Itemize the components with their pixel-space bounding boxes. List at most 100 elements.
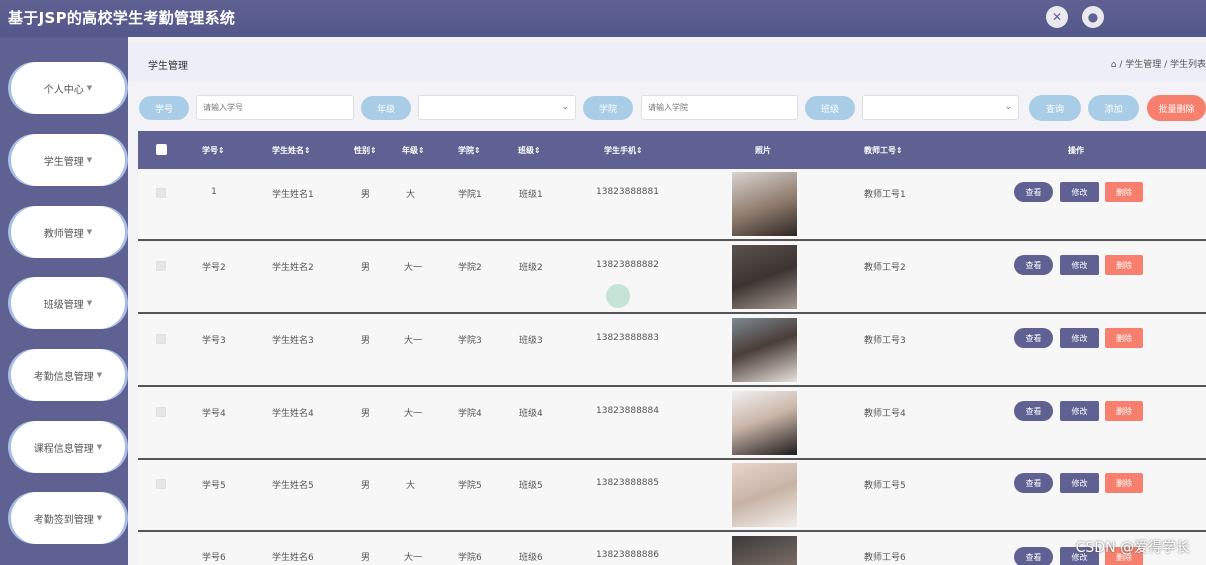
column-header-gender[interactable]: 性别⇕	[354, 145, 377, 156]
cursor-indicator	[606, 284, 630, 308]
sidebar-item-student-management[interactable]: 学生管理 ▼	[11, 134, 125, 186]
cell-college: 学院3	[458, 336, 482, 346]
college-input[interactable]	[641, 95, 798, 120]
cell-grade: 大	[406, 190, 416, 200]
table-header: 学号⇕ 学生姓名⇕ 性别⇕ 年级⇕ 学院⇕ 班级⇕ 学生手机⇕ 照片 教师工号⇕…	[138, 131, 1206, 169]
expand-icon[interactable]: ✕	[1046, 6, 1068, 28]
cell-student-name: 学生姓名1	[272, 190, 314, 200]
column-header-teacher-no[interactable]: 教师工号⇕	[864, 145, 903, 156]
table-row: 学号3 学生姓名3 男 大一 学院3 班级3 13823888883 教师工号3…	[138, 315, 1206, 387]
student-no-label: 学号	[139, 96, 189, 120]
chevron-down-icon: ▼	[86, 228, 93, 236]
cell-class: 班级4	[519, 409, 543, 419]
column-header-student-no[interactable]: 学号⇕	[202, 145, 225, 156]
cell-phone: 13823888882	[596, 260, 659, 270]
top-bar: 基于JSP的高校学生考勤管理系统 ✕ ●	[0, 0, 1206, 37]
cell-teacher-no: 教师工号5	[864, 481, 906, 491]
sidebar-item-course-management[interactable]: 课程信息管理 ▼	[11, 421, 125, 473]
cell-college: 学院4	[458, 409, 482, 419]
select-all-checkbox[interactable]	[156, 144, 167, 155]
row-checkbox[interactable]	[156, 479, 166, 489]
table-row: 1 学生姓名1 男 大 学院1 班级1 13823888881 教师工号1 查看…	[138, 169, 1206, 241]
cell-class: 班级5	[519, 481, 543, 491]
edit-button[interactable]: 修改	[1060, 328, 1099, 348]
table-row: 学号2 学生姓名2 男 大一 学院2 班级2 13823888882 教师工号2…	[138, 242, 1206, 314]
column-header-student-name[interactable]: 学生姓名⇕	[272, 145, 311, 156]
cell-student-no: 学号3	[202, 336, 226, 346]
column-header-photo: 照片	[755, 146, 771, 155]
sidebar-item-personal-center[interactable]: 个人中心 ▼	[11, 62, 125, 114]
cell-teacher-no: 教师工号6	[864, 553, 906, 563]
breadcrumb[interactable]: ⌂ / 学生管理 / 学生列表	[1111, 57, 1206, 70]
sidebar-item-attendance-management[interactable]: 考勤信息管理 ▼	[11, 349, 125, 401]
sidebar-item-label: 班级管理	[43, 299, 84, 311]
sidebar-item-label: 教师管理	[43, 228, 84, 240]
view-button[interactable]: 查看	[1014, 328, 1053, 348]
row-checkbox[interactable]	[156, 334, 166, 344]
view-button[interactable]: 查看	[1014, 547, 1053, 565]
view-button[interactable]: 查看	[1014, 473, 1053, 493]
cell-student-name: 学生姓名3	[272, 336, 314, 346]
sidebar-item-class-management[interactable]: 班级管理 ▼	[11, 277, 125, 329]
add-button[interactable]: 添加	[1088, 95, 1139, 121]
column-header-college[interactable]: 学院⇕	[458, 145, 481, 156]
column-header-phone[interactable]: 学生手机⇕	[604, 145, 643, 156]
cell-gender: 男	[361, 553, 371, 563]
chevron-down-icon: ▼	[96, 443, 103, 451]
sidebar-item-teacher-management[interactable]: 教师管理 ▼	[11, 206, 125, 258]
cell-grade: 大	[406, 481, 416, 491]
view-button[interactable]: 查看	[1014, 182, 1053, 202]
cell-college: 学院6	[458, 553, 482, 563]
student-no-input[interactable]	[196, 95, 354, 120]
cell-class: 班级2	[519, 263, 543, 273]
view-button[interactable]: 查看	[1014, 401, 1053, 421]
query-button[interactable]: 查询	[1029, 95, 1081, 121]
college-label: 学院	[583, 96, 633, 120]
cell-phone: 13823888884	[596, 406, 659, 416]
cell-teacher-no: 教师工号4	[864, 409, 906, 419]
student-photo	[732, 391, 797, 455]
student-photo	[732, 536, 797, 565]
column-header-actions: 操作	[1068, 146, 1084, 155]
cell-student-name: 学生姓名2	[272, 263, 314, 273]
class-select[interactable]: ⌄	[862, 95, 1019, 120]
edit-button[interactable]: 修改	[1060, 401, 1099, 421]
delete-button[interactable]: 删除	[1105, 328, 1143, 348]
row-checkbox[interactable]	[156, 407, 166, 417]
column-header-class[interactable]: 班级⇕	[518, 145, 541, 156]
row-checkbox[interactable]	[156, 261, 166, 271]
class-label: 班级	[805, 96, 855, 120]
cell-grade: 大一	[404, 553, 423, 563]
view-button[interactable]: 查看	[1014, 255, 1053, 275]
cell-phone: 13823888881	[596, 187, 659, 197]
edit-button[interactable]: 修改	[1060, 473, 1099, 493]
chevron-down-icon: ▼	[86, 84, 93, 92]
user-icon[interactable]: ●	[1082, 6, 1104, 28]
edit-button[interactable]: 修改	[1060, 182, 1099, 202]
edit-button[interactable]: 修改	[1060, 255, 1099, 275]
column-header-grade[interactable]: 年级⇕	[402, 145, 425, 156]
chevron-down-icon: ⌄	[561, 102, 569, 112]
cell-student-no: 学号2	[202, 263, 226, 273]
cell-gender: 男	[361, 481, 371, 491]
table-row: 学号5 学生姓名5 男 大 学院5 班级5 13823888885 教师工号5 …	[138, 460, 1206, 532]
cell-student-name: 学生姓名4	[272, 409, 314, 419]
cell-grade: 大一	[404, 409, 423, 419]
student-photo	[732, 172, 797, 236]
batch-delete-button[interactable]: 批量删除	[1147, 95, 1206, 121]
chevron-down-icon: ▼	[96, 371, 103, 379]
sidebar-item-checkin-management[interactable]: 考勤签到管理 ▼	[11, 492, 125, 544]
delete-button[interactable]: 删除	[1105, 401, 1143, 421]
cell-student-no: 学号5	[202, 481, 226, 491]
cell-college: 学院5	[458, 481, 482, 491]
cell-class: 班级1	[519, 190, 543, 200]
row-checkbox[interactable]	[156, 188, 166, 198]
sidebar-item-label: 考勤信息管理	[33, 371, 94, 383]
delete-button[interactable]: 删除	[1105, 473, 1143, 493]
delete-button[interactable]: 删除	[1105, 255, 1143, 275]
delete-button[interactable]: 删除	[1105, 182, 1143, 202]
cell-grade: 大一	[404, 263, 423, 273]
grade-select[interactable]: ⌄	[418, 95, 576, 120]
cell-college: 学院2	[458, 263, 482, 273]
cell-phone: 13823888883	[596, 333, 659, 343]
